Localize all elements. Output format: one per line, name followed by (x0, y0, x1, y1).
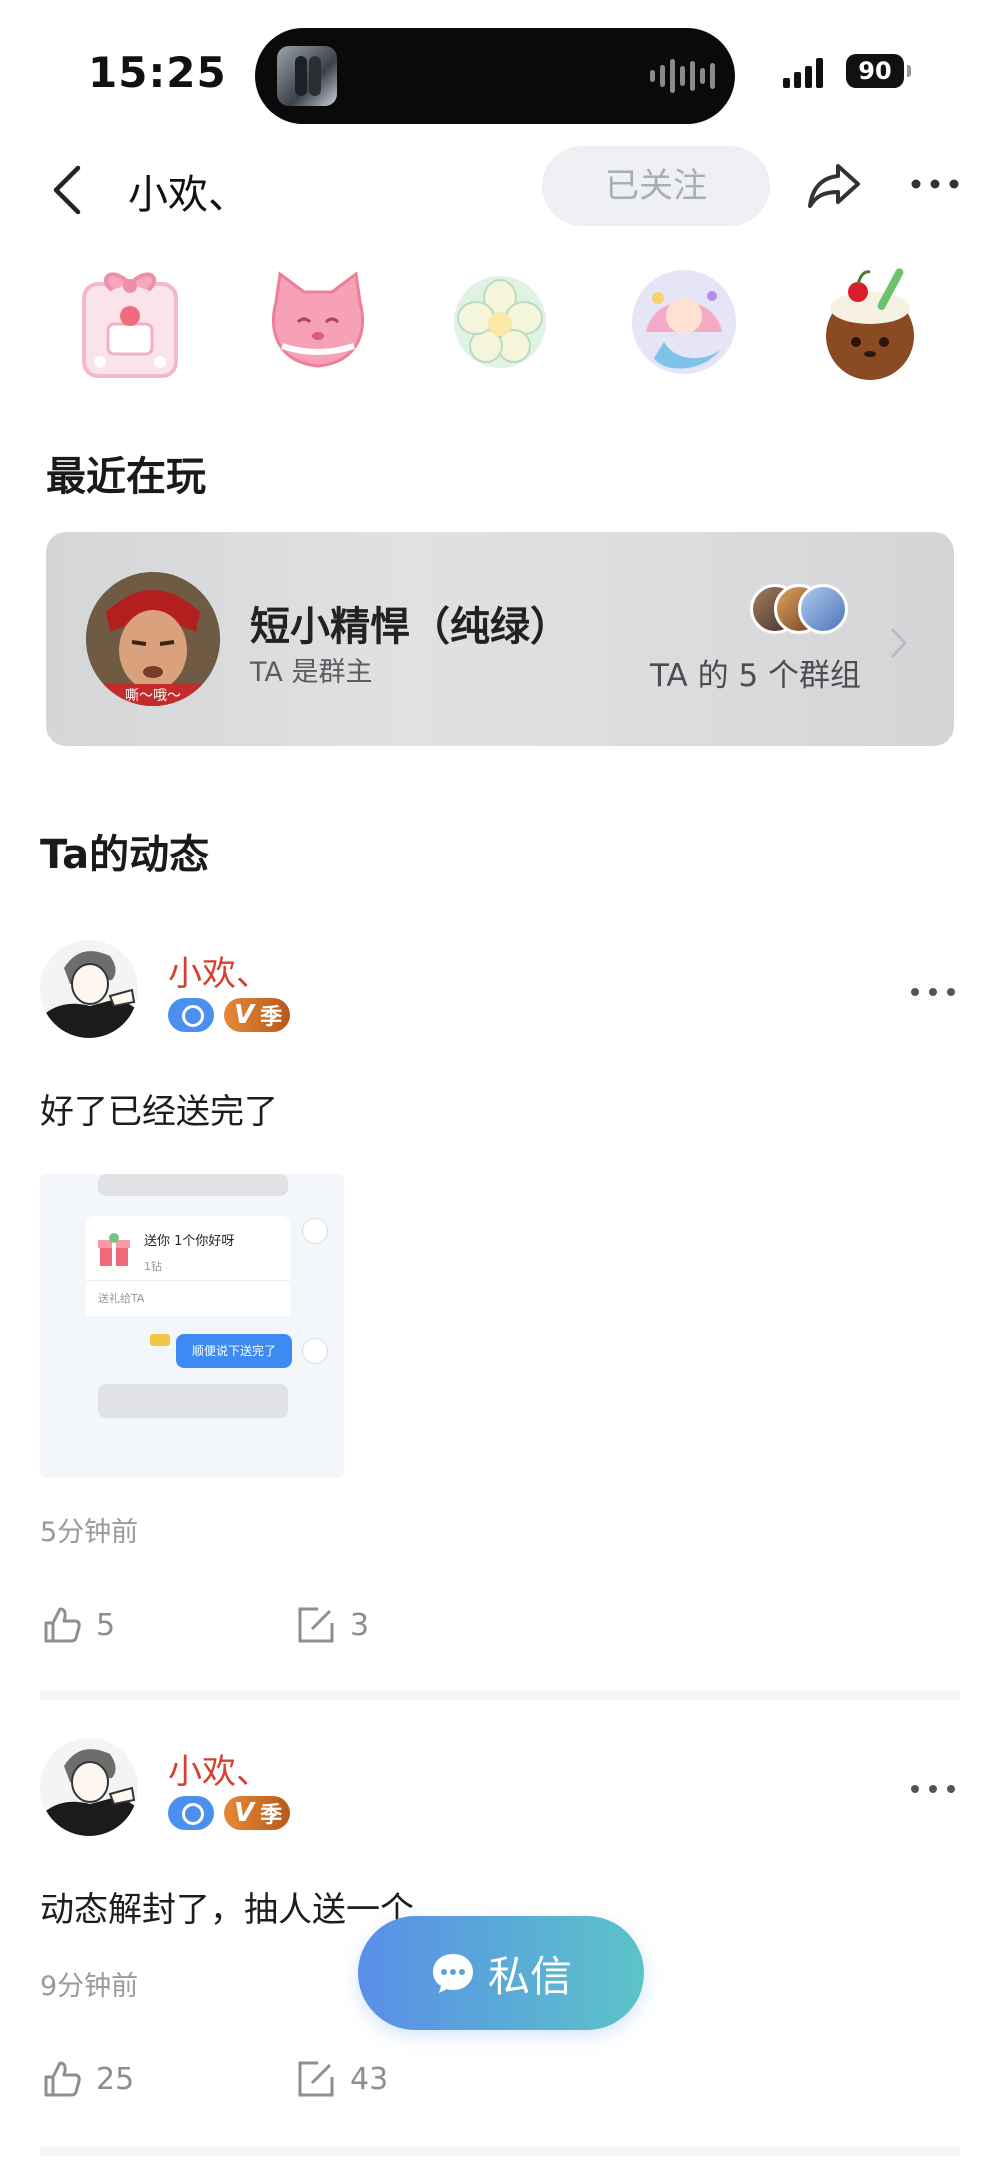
chat-bubble-icon (432, 1954, 473, 1993)
thumbs-up-icon (44, 2061, 81, 2097)
author-badges: V季 (168, 1796, 290, 1830)
signal-icon (783, 56, 823, 88)
group-count: TA 的 5 个群组 (650, 658, 862, 694)
post-more-icon[interactable] (910, 985, 956, 999)
image-mini-avatar (302, 1338, 328, 1364)
group-thumb-3 (798, 584, 848, 634)
top-nav: 小欢、 已关注 (0, 140, 1000, 240)
level-badge-icon (168, 1796, 214, 1830)
author-avatar-image (40, 1738, 138, 1836)
comment-count: 43 (350, 2061, 389, 2097)
group-avatar-image: 嘶～哦～ (86, 572, 220, 706)
share-icon[interactable] (806, 160, 862, 212)
status-bar: 15:25 90 (0, 0, 1000, 140)
group-avatar: 嘶～哦～ (86, 572, 220, 706)
bow-cake-sticker-icon[interactable] (70, 262, 190, 382)
page-title: 小欢、 (128, 172, 248, 218)
private-message-button[interactable]: 私信 (358, 1916, 644, 2030)
post-time: 9分钟前 (40, 1971, 139, 2002)
avatar-caption: 嘶～哦～ (125, 688, 181, 704)
image-reply-bubble: 顺便说下送完了 (176, 1334, 292, 1368)
post-time: 5分钟前 (40, 1517, 139, 1548)
follow-button[interactable]: 已关注 (542, 146, 770, 226)
author-badges: V季 (168, 998, 290, 1032)
recent-section-title: 最近在玩 (46, 454, 206, 500)
author-name[interactable]: 小欢、 (168, 946, 270, 995)
comment-count: 3 (350, 1607, 370, 1643)
vip-badge-label: 季 (260, 1803, 283, 1828)
author-name[interactable]: 小欢、 (168, 1744, 270, 1793)
gift-price: 1钻 (144, 1260, 162, 1273)
gift-box-icon (98, 1233, 130, 1266)
mermaid-sticker-icon[interactable] (624, 262, 744, 382)
feed-section-title: Ta的动态 (40, 832, 210, 878)
image-tag (150, 1334, 170, 1346)
chevron-right-icon (891, 628, 908, 658)
image-grey-bubble (98, 1174, 288, 1196)
now-playing-thumbnail (277, 46, 337, 106)
thumbs-up-icon (44, 1607, 81, 1643)
recent-group-card[interactable]: 嘶～哦～ 短小精悍（纯绿） TA 是群主 TA 的 5 个群组 (46, 532, 954, 746)
author-avatar[interactable] (40, 940, 138, 1038)
edit-comment-icon (298, 2061, 334, 2097)
like-count: 5 (96, 1607, 116, 1643)
audio-wave-icon (650, 58, 715, 94)
gift-title: 送你 1个你好呀 (144, 1234, 235, 1249)
group-name: 短小精悍（纯绿） (250, 604, 570, 650)
battery-indicator: 90 (846, 54, 911, 88)
private-message-label: 私信 (487, 1952, 572, 2000)
dynamic-island[interactable] (255, 28, 735, 124)
vip-badge: V季 (224, 1796, 290, 1830)
post-text: 好了已经送完了 (40, 1092, 278, 1132)
more-options-icon[interactable] (910, 174, 960, 194)
comment-button[interactable]: 43 (294, 2056, 388, 2102)
vip-badge-label: 季 (260, 1005, 283, 1030)
like-button[interactable]: 5 (40, 1602, 115, 1648)
like-count: 25 (96, 2061, 135, 2097)
gift-footer: 送礼给TA (98, 1292, 145, 1305)
sticker-row (0, 262, 1000, 392)
post-divider (40, 1690, 960, 1700)
comment-button[interactable]: 3 (294, 1602, 369, 1648)
vip-badge: V季 (224, 998, 290, 1032)
like-button[interactable]: 25 (40, 2056, 134, 2102)
image-mini-avatar (302, 1218, 328, 1244)
group-avatar-stack (750, 584, 860, 638)
coconut-drink-sticker-icon[interactable] (812, 262, 932, 382)
level-badge-icon (168, 998, 214, 1032)
image-grey-bubble (98, 1384, 288, 1418)
author-avatar-image (40, 940, 138, 1038)
author-avatar[interactable] (40, 1738, 138, 1836)
edit-comment-icon (298, 1607, 334, 1643)
post-more-icon[interactable] (910, 1782, 956, 1796)
group-role: TA 是群主 (250, 657, 373, 688)
post-image[interactable]: 送你 1个你好呀 1钻 送礼给TA 顺便说下送完了 (40, 1174, 344, 1478)
status-time: 15:25 (88, 48, 227, 97)
post-text: 动态解封了，抽人送一个 (40, 1890, 414, 1930)
flower-sticker-icon[interactable] (440, 262, 560, 382)
pink-cat-sticker-icon[interactable] (258, 262, 378, 382)
post-divider (40, 2146, 960, 2156)
back-arrow-icon[interactable] (44, 162, 94, 218)
